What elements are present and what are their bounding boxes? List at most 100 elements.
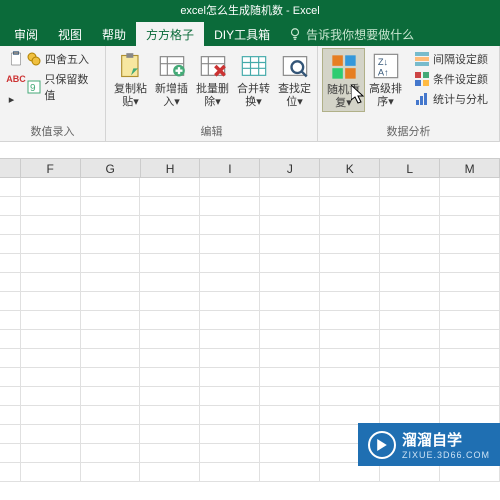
cell[interactable] [200,349,260,368]
cell[interactable] [440,368,500,387]
cell[interactable] [200,444,260,463]
cell[interactable] [260,406,320,425]
cell[interactable] [440,216,500,235]
cell[interactable] [200,216,260,235]
cell[interactable] [380,197,440,216]
cell[interactable] [81,330,141,349]
cell[interactable] [320,235,380,254]
cell[interactable] [320,292,380,311]
cell[interactable] [81,254,141,273]
cell[interactable] [140,368,200,387]
cell[interactable] [81,444,141,463]
cell[interactable] [200,425,260,444]
cell[interactable] [21,178,81,197]
insert-btn[interactable]: 新增插 入▾ [151,48,192,110]
cell[interactable] [200,197,260,216]
cell[interactable] [380,178,440,197]
cell[interactable] [440,273,500,292]
cell[interactable] [440,330,500,349]
cell[interactable] [81,292,141,311]
random-repeat-btn[interactable]: 随机重 复▾ [322,48,365,112]
cell[interactable] [21,197,81,216]
cell[interactable] [320,349,380,368]
cell[interactable] [440,387,500,406]
cell[interactable] [81,368,141,387]
cell[interactable] [320,311,380,330]
misc-btn[interactable]: ▸ [6,90,20,108]
tab-ffgz[interactable]: 方方格子 [136,22,204,47]
tab-diy[interactable]: DIY工具箱 [204,22,280,47]
tab-view[interactable]: 视图 [48,22,92,47]
round-btn[interactable]: 四舍五入 [24,50,99,68]
cell[interactable] [21,216,81,235]
cell[interactable] [140,292,200,311]
cell[interactable] [21,425,81,444]
cell[interactable] [440,349,500,368]
cell[interactable] [260,330,320,349]
find-btn[interactable]: 查找定 位▾ [274,48,315,110]
keep-num-btn[interactable]: 9只保留数值 [24,70,99,104]
cell[interactable] [81,178,141,197]
cell[interactable] [260,444,320,463]
col-M[interactable]: M [440,159,500,177]
cell[interactable] [320,254,380,273]
cell[interactable] [380,216,440,235]
tab-help[interactable]: 帮助 [92,22,136,47]
cell[interactable] [320,330,380,349]
cell[interactable] [21,273,81,292]
cell[interactable] [81,425,141,444]
cell[interactable] [21,311,81,330]
cell[interactable] [81,197,141,216]
cell[interactable] [320,387,380,406]
cell[interactable] [260,254,320,273]
delete-btn[interactable]: 批量删 除▾ [192,48,233,110]
cell[interactable] [260,463,320,482]
col-I[interactable]: I [200,159,260,177]
cell[interactable] [21,406,81,425]
cell[interactable] [380,273,440,292]
cell[interactable] [21,349,81,368]
cell[interactable] [81,216,141,235]
cell[interactable] [200,311,260,330]
cell[interactable] [380,311,440,330]
cell[interactable] [200,463,260,482]
cell[interactable] [200,330,260,349]
cell[interactable] [140,463,200,482]
cell[interactable] [440,311,500,330]
cell[interactable] [260,311,320,330]
tab-review[interactable]: 审阅 [4,22,48,47]
cell[interactable] [81,463,141,482]
cell[interactable] [260,235,320,254]
cell[interactable] [380,368,440,387]
merge-btn[interactable]: 合并转 换▾ [233,48,274,110]
cell[interactable] [21,368,81,387]
cell[interactable] [200,254,260,273]
cell[interactable] [260,387,320,406]
tell-me[interactable]: 告诉我你想要做什么 [288,26,414,43]
cell[interactable] [21,330,81,349]
paste-split-btn[interactable] [6,50,20,68]
cond-color-btn[interactable]: 条件设定颜 [412,70,490,88]
cell[interactable] [380,254,440,273]
cell[interactable] [81,349,141,368]
cell[interactable] [380,292,440,311]
interval-color-btn[interactable]: 间隔设定颜 [412,50,490,68]
cell[interactable] [260,197,320,216]
col-G[interactable]: G [81,159,141,177]
cell[interactable] [21,292,81,311]
cell[interactable] [140,387,200,406]
cell[interactable] [200,292,260,311]
cell[interactable] [21,254,81,273]
col-L[interactable]: L [380,159,440,177]
col-J[interactable]: J [260,159,320,177]
col-K[interactable]: K [320,159,380,177]
cell[interactable] [200,235,260,254]
cell[interactable] [380,235,440,254]
cell[interactable] [140,178,200,197]
cell[interactable] [440,235,500,254]
cell[interactable] [140,197,200,216]
cell[interactable] [81,273,141,292]
abc-btn[interactable]: ABC [6,70,20,88]
cell[interactable] [260,349,320,368]
sort-btn[interactable]: Z↓A↑高级排 序▾ [365,48,406,110]
